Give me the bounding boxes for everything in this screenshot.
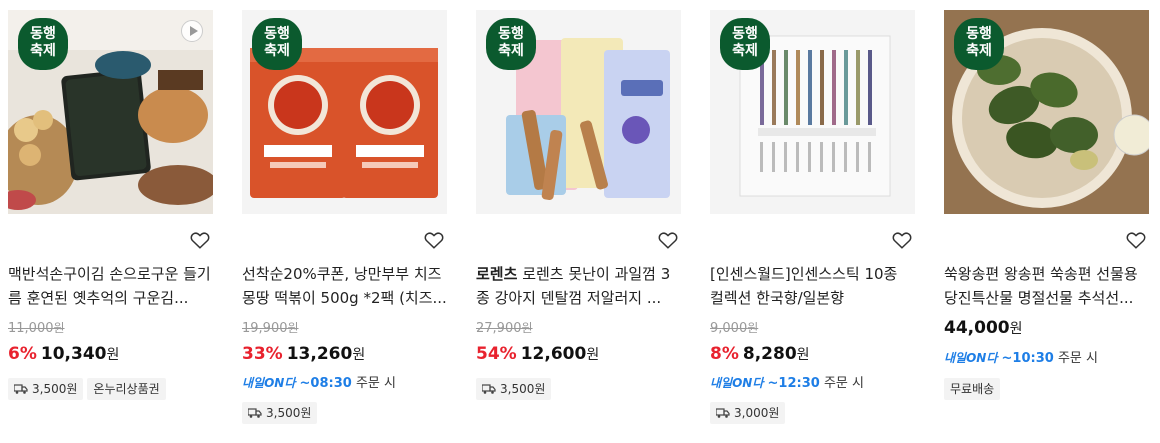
sale-price: 8,280 — [742, 344, 797, 364]
price-row: 33% 13,260원 — [242, 344, 366, 364]
truck-icon — [482, 384, 496, 394]
sale-price: 12,600 — [520, 344, 587, 364]
price-row: 54% 12,600원 — [476, 344, 600, 364]
product-title[interactable]: 선착순20%쿠폰, 낭만부부 치즈몽땅 떡볶이 500g *2팩 (치즈... — [242, 262, 447, 310]
festival-badge: 동행 축제 — [720, 18, 770, 70]
product-card[interactable]: 동행 축제 맥반석손구이김 손으로구운 들기름 훈연된 옛추억의 구운김... 1… — [8, 10, 213, 440]
discount-rate: 8% — [710, 344, 739, 364]
discount-rate: 6% — [8, 344, 37, 364]
next-day-delivery: 내일ON다 ~12:30 주문 시 — [710, 376, 864, 391]
truck-icon — [14, 384, 28, 394]
shipping-fee-tag: 3,500원 — [476, 378, 552, 400]
tag-row: 3,500원 온누리상품권 — [8, 378, 170, 400]
tag-row: 3,000원 — [710, 402, 789, 424]
sale-price: 10,340 — [40, 344, 107, 364]
product-title[interactable]: 쑥왕송편 왕송편 쑥송편 선물용 당진특산물 명절선물 추석선... — [944, 262, 1149, 310]
tag-row: 3,500원 — [476, 378, 555, 400]
next-day-logo: 내일ON다 — [242, 376, 296, 390]
price-row: 6% 10,340원 — [8, 344, 120, 364]
product-card[interactable]: 동행 축제 로렌츠 로렌츠 못난이 과일껌 3종 강아지 덴탈껌 저알러지 ...… — [476, 10, 681, 440]
festival-badge: 동행 축제 — [486, 18, 536, 70]
product-card[interactable]: 동행 축제 선착순20%쿠폰, 낭만부부 치즈몽땅 떡볶이 500g *2팩 (치… — [242, 10, 447, 440]
product-image[interactable]: 동행 축제 — [710, 10, 915, 214]
tag-row: 3,500원 — [242, 402, 321, 424]
heart-icon[interactable] — [657, 229, 679, 251]
festival-badge: 동행 축제 — [954, 18, 1004, 70]
truck-icon — [248, 408, 262, 418]
product-image[interactable]: 동행 축제 — [242, 10, 447, 214]
truck-icon — [716, 408, 730, 418]
price-row: 44,000원 — [944, 318, 1023, 338]
next-day-delivery: 내일ON다 ~10:30 주문 시 — [944, 351, 1098, 366]
sale-price: 44,000 — [944, 318, 1010, 338]
tag-row: 무료배송 — [944, 378, 1004, 400]
product-title[interactable]: 로렌츠 로렌츠 못난이 과일껌 3종 강아지 덴탈껌 저알러지 ... — [476, 262, 681, 310]
discount-rate: 33% — [242, 344, 283, 364]
original-price: 19,900원 — [242, 321, 299, 336]
shipping-fee-tag: 3,000원 — [710, 402, 786, 424]
product-title[interactable]: [인센스월드]인센스스틱 10종 컬렉션 한국향/일본향 — [710, 262, 915, 310]
heart-icon[interactable] — [423, 229, 445, 251]
heart-icon[interactable] — [891, 229, 913, 251]
shipping-fee-tag: 3,500원 — [242, 402, 318, 424]
sale-price: 13,260 — [286, 344, 353, 364]
product-grid: 동행 축제 맥반석손구이김 손으로구운 들기름 훈연된 옛추억의 구운김... 1… — [0, 0, 1160, 443]
product-image[interactable]: 동행 축제 — [8, 10, 213, 214]
next-day-logo: 내일ON다 — [944, 351, 998, 365]
shipping-fee-tag: 3,500원 — [8, 378, 84, 400]
festival-badge: 동행 축제 — [18, 18, 68, 70]
original-price: 9,000원 — [710, 321, 759, 336]
next-day-delivery: 내일ON다 ~08:30 주문 시 — [242, 376, 396, 391]
discount-rate: 54% — [476, 344, 517, 364]
onnuri-voucher-tag: 온누리상품권 — [87, 378, 166, 400]
product-image[interactable]: 동행 축제 — [944, 10, 1149, 214]
original-price: 11,000원 — [8, 321, 65, 336]
product-title[interactable]: 맥반석손구이김 손으로구운 들기름 훈연된 옛추억의 구운김... — [8, 262, 213, 310]
free-shipping-tag: 무료배송 — [944, 378, 1001, 400]
product-card[interactable]: 동행 축제 [인센스월드]인센스스틱 10종 컬렉션 한국향/일본향 9,000원… — [710, 10, 915, 440]
product-image[interactable]: 동행 축제 — [476, 10, 681, 214]
festival-badge: 동행 축제 — [252, 18, 302, 70]
price-row: 8% 8,280원 — [710, 344, 810, 364]
video-play-icon[interactable] — [181, 20, 203, 42]
product-card[interactable]: 동행 축제 쑥왕송편 왕송편 쑥송편 선물용 당진특산물 명절선물 추석선... … — [944, 10, 1149, 440]
next-day-logo: 내일ON다 — [710, 376, 764, 390]
heart-icon[interactable] — [189, 229, 211, 251]
original-price: 27,900원 — [476, 321, 533, 336]
heart-icon[interactable] — [1125, 229, 1147, 251]
brand-name: 로렌츠 — [476, 265, 518, 283]
